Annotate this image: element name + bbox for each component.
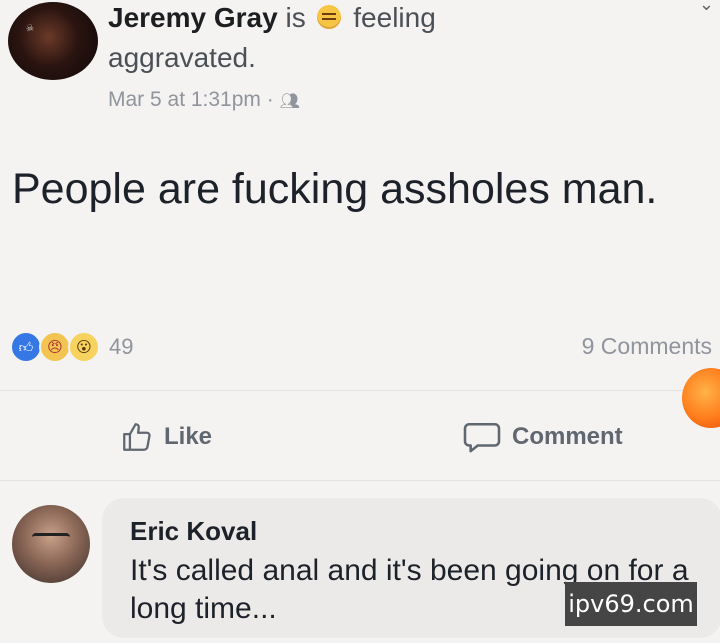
- post-header: Jeremy Gray is feeling: [108, 0, 436, 36]
- avatar-glasses: [32, 533, 70, 544]
- author-avatar[interactable]: ☠︎: [8, 2, 98, 80]
- angry-reaction-icon: 😠︎: [39, 331, 71, 363]
- author-name[interactable]: Jeremy Gray: [108, 2, 278, 33]
- divider-bottom: [0, 480, 720, 481]
- watermark: ipv69.com: [565, 582, 697, 626]
- like-label: Like: [164, 423, 213, 450]
- commenter-avatar[interactable]: [12, 505, 90, 583]
- thumbs-up-icon: [123, 423, 151, 451]
- angry-face-icon: [317, 4, 342, 29]
- reaction-count: 49: [109, 334, 134, 359]
- commenter-name[interactable]: Eric Koval: [130, 516, 257, 547]
- comment-bubble-icon: [463, 422, 501, 453]
- comment-label: Comment: [512, 423, 623, 450]
- feeling-word: feeling: [353, 2, 436, 33]
- is-word: is: [285, 2, 306, 33]
- comments-count[interactable]: 9 Comments: [582, 333, 712, 360]
- like-reaction-icon: 👍︎: [10, 331, 42, 363]
- post-body: People are fucking assholes man.: [12, 165, 658, 213]
- like-button[interactable]: Like: [120, 420, 212, 454]
- floating-orange-bubble: [682, 368, 720, 428]
- feeling-value: aggravated.: [108, 42, 256, 73]
- comment-button[interactable]: Comment: [462, 420, 623, 454]
- wow-reaction-icon: 😮︎: [68, 331, 100, 363]
- avatar-graphic: ☠︎: [25, 23, 35, 35]
- post-options-chevron-icon[interactable]: ⌄: [699, 0, 714, 15]
- friends-icon[interactable]: 👥︎: [280, 93, 300, 110]
- post-timestamp[interactable]: Mar 5 at 1:31pm: [108, 88, 261, 111]
- post-meta: Mar 5 at 1:31pm · 👥︎: [108, 88, 300, 112]
- meta-separator: ·: [266, 88, 274, 111]
- reactions-summary[interactable]: 👍︎ 😠︎ 😮︎ 49: [10, 330, 133, 364]
- divider-top: [0, 390, 720, 391]
